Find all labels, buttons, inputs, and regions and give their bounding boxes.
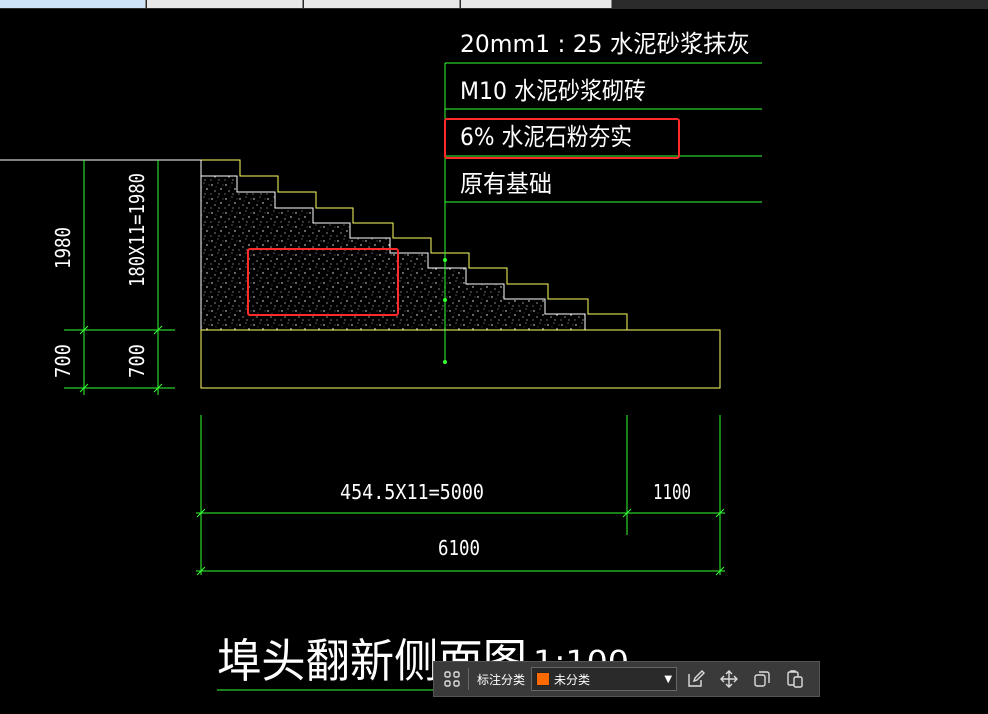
grid-icon[interactable]	[440, 667, 464, 691]
annotation-toolbar: 标注分类 未分类 ▼	[433, 661, 820, 697]
edit-icon	[688, 670, 706, 687]
legend-brick-text: M10 水泥砂浆砌砖	[460, 77, 646, 105]
dim-left-1980: 1980	[51, 227, 75, 269]
legend-foundation-text: 原有基础	[460, 170, 552, 198]
paste-button[interactable]	[781, 665, 809, 693]
dim-bottom-1100: 1100	[653, 480, 691, 504]
cad-drawing-canvas[interactable]: 20mm1 : 25 水泥砂浆抹灰 M10 水泥砂浆砌砖 6% 水泥石粉夯实 原…	[0, 0, 988, 714]
legend-compaction-text: 6% 水泥石粉夯实	[460, 123, 632, 151]
legend-plaster-text: 20mm1 : 25 水泥砂浆抹灰	[460, 30, 750, 58]
category-dropdown[interactable]: 未分类 ▼	[531, 667, 678, 691]
paste-icon	[787, 670, 803, 688]
dim-bottom-steps: 454.5X11=5000	[340, 480, 484, 504]
dim-left-700: 700	[51, 344, 75, 378]
dim-left-steps: 180X11=1980	[125, 173, 149, 287]
left-dimension-lines	[64, 160, 175, 395]
category-color-swatch	[536, 672, 551, 686]
category-label: 标注分类	[477, 672, 526, 687]
dim-left-700-b: 700	[125, 344, 149, 378]
copy-button[interactable]	[748, 665, 776, 693]
category-value: 未分类	[554, 672, 591, 687]
dim-bottom-6100: 6100	[438, 536, 480, 560]
chevron-down-icon: ▼	[664, 673, 673, 685]
move-icon	[720, 670, 739, 688]
foundation-base	[200, 329, 721, 389]
copy-icon	[754, 671, 770, 687]
toolbar-separator	[468, 668, 469, 690]
move-button[interactable]	[715, 665, 743, 693]
edit-button[interactable]	[682, 665, 710, 693]
